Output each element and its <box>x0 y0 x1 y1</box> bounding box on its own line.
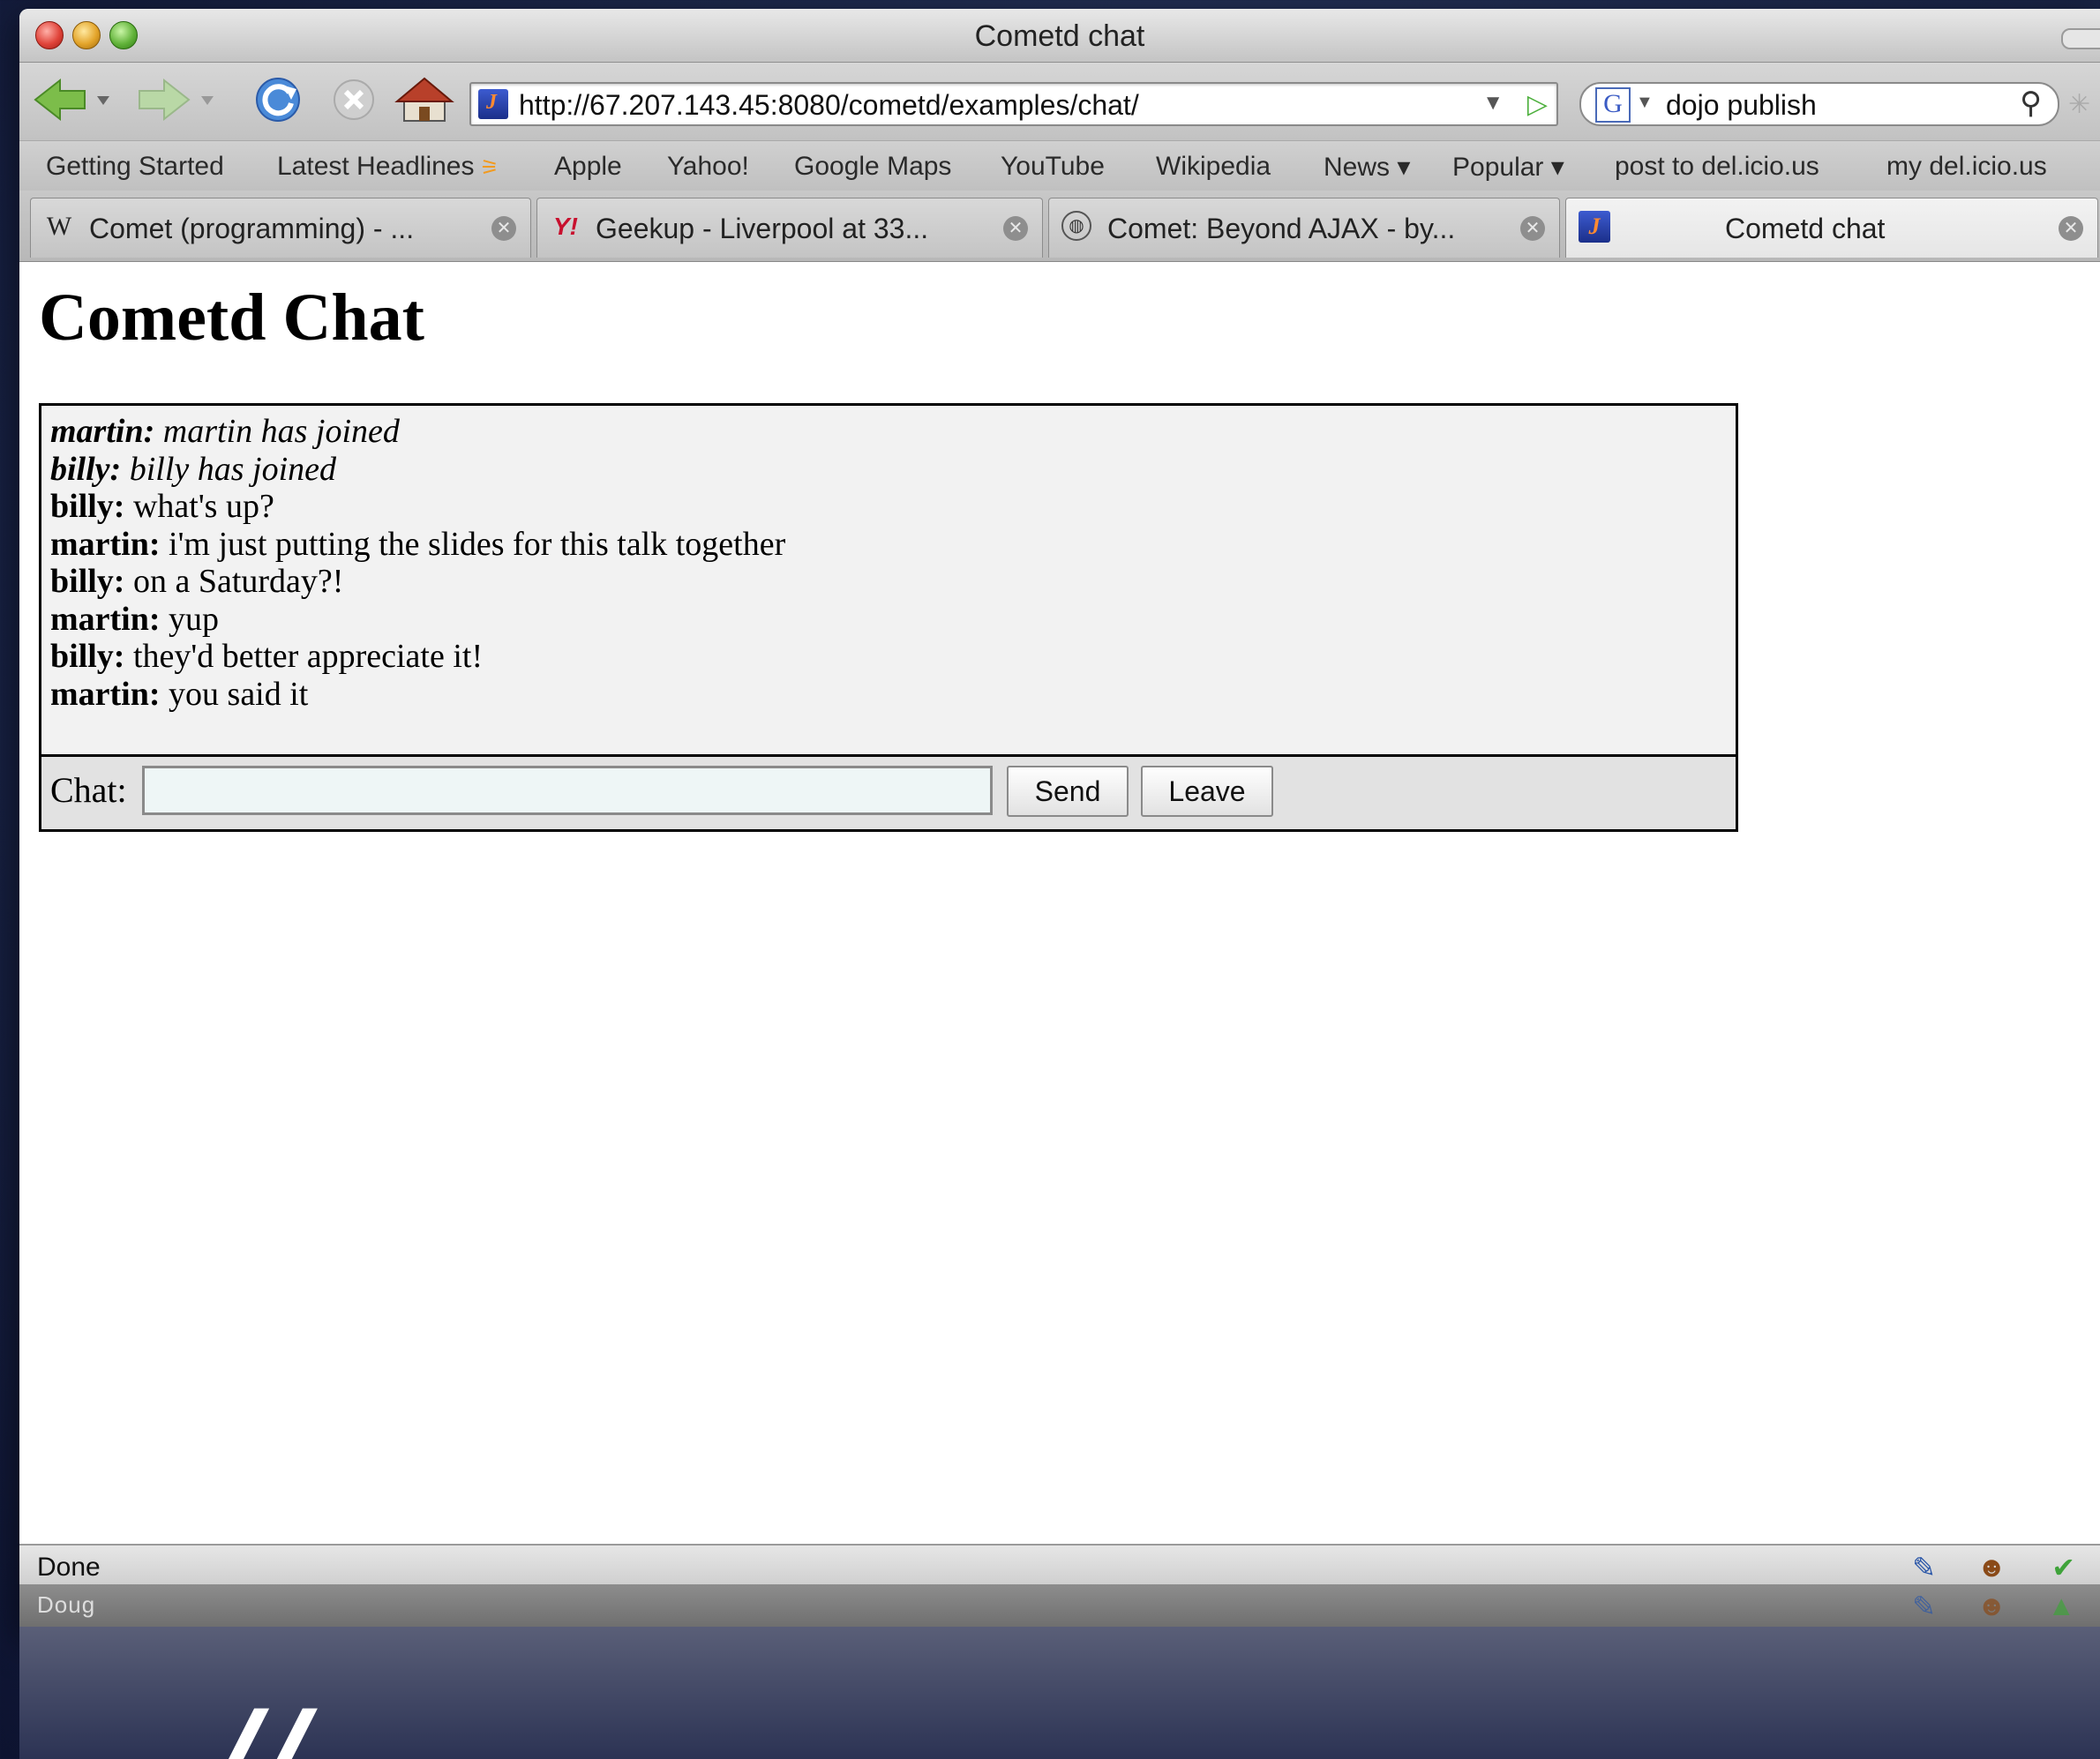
close-tab-icon[interactable]: ✕ <box>491 216 516 241</box>
message-text: i'm just putting the slides for this tal… <box>160 525 786 563</box>
tab-comet-beyond-ajax[interactable]: ◍ Comet: Beyond AJAX - by... ✕ <box>1048 198 1560 258</box>
message-user: billy: <box>50 488 125 525</box>
message-user: billy: <box>50 450 122 488</box>
bookmark-news-folder[interactable]: News ▾ <box>1324 152 1410 183</box>
tab-label: Geekup - Liverpool at 33... <box>596 213 929 244</box>
close-tab-icon[interactable]: ✕ <box>2059 216 2083 241</box>
chat-message: billy: billy has joined <box>50 451 1727 489</box>
status-bar: Done ✎ ☻ ✔ <box>19 1544 2100 1586</box>
tab-cometd-chat[interactable]: J Cometd chat ✕ <box>1565 198 2098 258</box>
chat-message: martin: you said it <box>50 676 1727 714</box>
url-bar[interactable]: http://67.207.143.45:8080/cometd/example… <box>469 82 1558 126</box>
check-circle-icon[interactable]: ✔ <box>2051 1551 2075 1584</box>
chat-message: billy: what's up? <box>50 488 1727 526</box>
rss-feed-icon: ⚞ <box>474 156 499 180</box>
greasemonkey-icon[interactable]: ☻ <box>1976 1590 2006 1622</box>
message-text: billy has joined <box>121 450 337 488</box>
greasemonkey-icon[interactable]: ☻ <box>1976 1551 2006 1583</box>
chat-label: Chat: <box>50 770 127 810</box>
wikipedia-icon: W <box>46 212 72 241</box>
chat-message: martin: yup <box>50 601 1727 639</box>
message-text: they'd better appreciate it! <box>124 638 484 675</box>
bookmark-google-maps[interactable]: Google Maps <box>794 152 951 182</box>
close-tab-icon[interactable]: ✕ <box>1520 216 1545 241</box>
title-bar: Cometd chat <box>19 9 2100 63</box>
message-user: martin: <box>50 675 161 713</box>
search-input[interactable]: dojo publish <box>1666 89 1817 122</box>
tab-comet-programming[interactable]: W Comet (programming) - ... ✕ <box>30 198 531 258</box>
bookmark-popular-folder[interactable]: Popular ▾ <box>1452 152 1564 183</box>
back-arrow-icon[interactable] <box>30 75 115 124</box>
tab-bar: W Comet (programming) - ... ✕ Y! Geekup … <box>19 191 2100 262</box>
magnifier-icon[interactable]: ⚲ <box>2020 86 2042 121</box>
message-user: martin: <box>50 525 161 563</box>
chat-box: martin: martin has joined billy: billy h… <box>39 403 1738 832</box>
activity-throbber-icon: ✳ <box>2068 90 2091 119</box>
bookmark-post-to-delicious[interactable]: post to del.icio.us <box>1615 152 1819 182</box>
tab-label: Cometd chat <box>1725 213 1886 244</box>
bookmark-latest-headlines[interactable]: Latest Headlines ⚞ <box>277 152 499 182</box>
go-arrow-icon[interactable]: ▷ <box>1527 89 1548 120</box>
message-user: billy: <box>50 638 125 675</box>
browser-window: Cometd chat http://67.207.143.45:80 <box>19 9 2100 1632</box>
addon-status-bar: Doug ✎ ☻ ▲ <box>19 1584 2100 1627</box>
tab-label: Comet (programming) - ... <box>89 213 415 244</box>
message-text: what's up? <box>124 488 274 525</box>
search-bar[interactable]: G ▼ dojo publish ⚲ <box>1579 82 2059 126</box>
bookmark-wikipedia[interactable]: Wikipedia <box>1156 152 1271 182</box>
window-reflection <box>19 1627 2100 1759</box>
message-user: martin: <box>50 600 161 638</box>
page-title: Cometd Chat <box>39 281 424 355</box>
page-content: Cometd Chat martin: martin has joined bi… <box>19 262 2100 1544</box>
bookmark-label: Latest Headlines <box>277 152 475 181</box>
tab-label: Comet: Beyond AJAX - by... <box>1107 213 1456 244</box>
bookmark-my-delicious[interactable]: my del.icio.us <box>1886 152 2047 182</box>
up-arrow-circle-icon[interactable]: ▲ <box>2047 1590 2075 1622</box>
bookmark-youtube[interactable]: YouTube <box>1001 152 1105 182</box>
bookmark-apple[interactable]: Apple <box>554 152 622 182</box>
toolbar-toggle-button[interactable] <box>2061 28 2100 49</box>
tab-geekup[interactable]: Y! Geekup - Liverpool at 33... ✕ <box>536 198 1043 258</box>
stop-icon[interactable] <box>323 75 385 124</box>
pencil-icon[interactable]: ✎ <box>1912 1551 1936 1584</box>
chat-messages: martin: martin has joined billy: billy h… <box>50 413 1727 762</box>
chat-message: martin: martin has joined <box>50 413 1727 451</box>
navigation-toolbar: http://67.207.143.45:8080/cometd/example… <box>19 63 2100 140</box>
message-text: you said it <box>160 675 309 713</box>
bookmark-yahoo[interactable]: Yahoo! <box>667 152 749 182</box>
message-text: yup <box>160 600 220 638</box>
url-text[interactable]: http://67.207.143.45:8080/cometd/example… <box>519 89 1139 122</box>
chat-input-row: Chat: Send Leave <box>41 754 1736 829</box>
engine-dropdown-icon[interactable]: ▼ <box>1636 93 1654 113</box>
send-button[interactable]: Send <box>1007 766 1129 817</box>
yahoo-icon: Y! <box>553 213 578 240</box>
status-text: Done <box>37 1553 101 1582</box>
bookmark-getting-started[interactable]: Getting Started <box>46 152 224 182</box>
google-engine-icon[interactable]: G <box>1595 87 1631 123</box>
message-text: martin has joined <box>154 413 400 450</box>
jetty-site-icon <box>478 89 508 119</box>
chat-input[interactable] <box>142 766 993 815</box>
jetty-icon: J <box>1579 211 1610 243</box>
pencil-icon[interactable]: ✎ <box>1912 1590 1936 1623</box>
url-history-dropdown-icon[interactable]: ▼ <box>1482 91 1504 116</box>
forward-arrow-icon[interactable] <box>134 75 219 124</box>
chat-message: billy: on a Saturday?! <box>50 563 1727 601</box>
message-user: billy: <box>50 563 125 600</box>
message-text: on a Saturday?! <box>124 563 344 600</box>
reload-icon[interactable] <box>247 75 309 124</box>
close-tab-icon[interactable]: ✕ <box>1003 216 1028 241</box>
ajaxian-icon: ◍ <box>1061 211 1091 241</box>
window-title: Cometd chat <box>974 19 1145 53</box>
slide-caption: // <box>212 1694 309 1759</box>
bookmarks-toolbar: Getting Started Latest Headlines ⚞ Apple… <box>19 140 2100 191</box>
message-user: martin: <box>50 413 155 450</box>
chat-message: billy: they'd better appreciate it! <box>50 638 1727 676</box>
addon-text: Doug <box>37 1591 96 1618</box>
home-icon[interactable] <box>394 75 455 124</box>
leave-button[interactable]: Leave <box>1141 766 1273 817</box>
chat-message: martin: i'm just putting the slides for … <box>50 526 1727 564</box>
